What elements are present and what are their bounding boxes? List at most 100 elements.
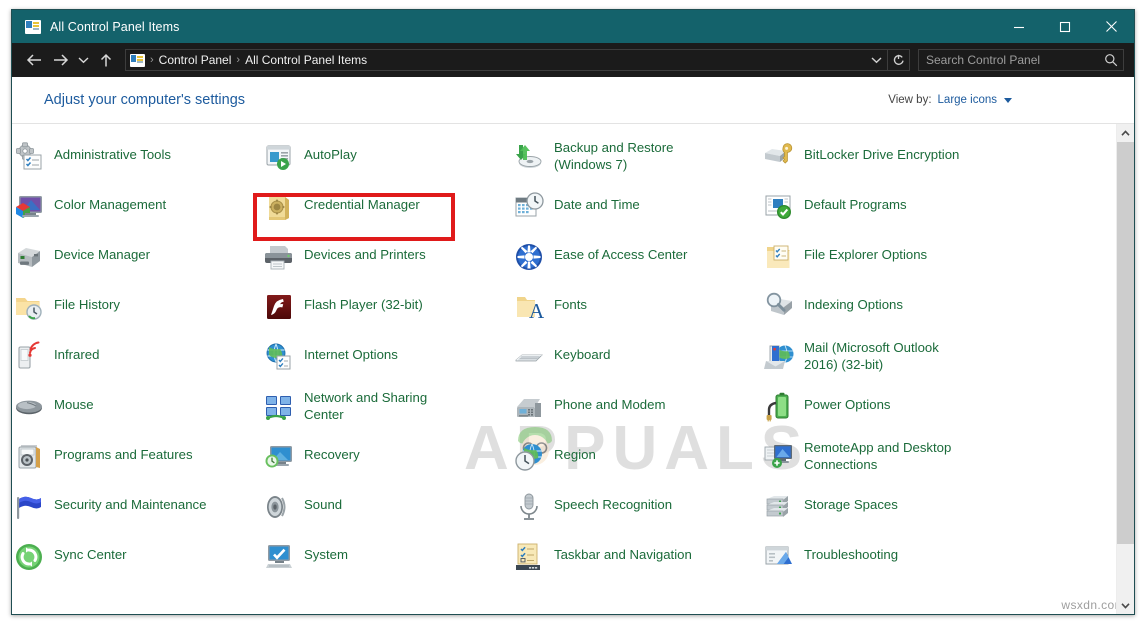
control-panel-item-remoteapp-and-desktop-connections[interactable]: RemoteApp and Desktop Connections	[762, 438, 1042, 488]
control-panel-icon	[25, 20, 41, 34]
item-label: Security and Maintenance	[54, 488, 206, 513]
bitlocker-drive-encryption-icon	[762, 140, 796, 174]
search-input[interactable]	[919, 53, 1099, 67]
item-label: Flash Player (32-bit)	[304, 288, 423, 313]
scroll-down-button[interactable]	[1117, 596, 1134, 614]
control-panel-item-ease-of-access-center[interactable]: Ease of Access Center	[512, 238, 762, 288]
control-panel-window: All Control Panel Items	[11, 9, 1135, 615]
network-and-sharing-center-icon	[262, 390, 296, 424]
item-label: Keyboard	[554, 338, 610, 363]
items-column-3: Backup and Restore (Windows 7)	[512, 138, 762, 588]
remoteapp-and-desktop-connections-icon	[762, 440, 796, 474]
control-panel-item-devices-and-printers[interactable]: Devices and Printers	[262, 238, 512, 288]
item-label: Internet Options	[304, 338, 398, 363]
item-label: Credential Manager	[304, 188, 420, 213]
file-history-icon	[12, 290, 46, 324]
control-panel-item-date-and-time[interactable]: Date and Time	[512, 188, 762, 238]
item-label: RemoteApp and Desktop Connections	[804, 438, 951, 473]
control-panel-item-recovery[interactable]: Recovery	[262, 438, 512, 488]
control-panel-item-backup-and-restore[interactable]: Backup and Restore (Windows 7)	[512, 138, 762, 188]
breadcrumb-item-all-control-panel-items[interactable]: All Control Panel Items	[242, 53, 370, 67]
scrollbar-thumb[interactable]	[1117, 142, 1134, 544]
control-panel-item-phone-and-modem[interactable]: Phone and Modem	[512, 388, 762, 438]
keyboard-icon	[512, 340, 546, 374]
breadcrumb-item-control-panel[interactable]: Control Panel	[156, 53, 235, 67]
search-icon[interactable]	[1099, 53, 1123, 67]
control-panel-item-security-and-maintenance[interactable]: Security and Maintenance	[12, 488, 262, 538]
vertical-scrollbar[interactable]	[1116, 124, 1134, 614]
control-panel-item-device-manager[interactable]: Device Manager	[12, 238, 262, 288]
control-panel-item-file-explorer-options[interactable]: File Explorer Options	[762, 238, 1042, 288]
control-panel-item-internet-options[interactable]: Internet Options	[262, 338, 512, 388]
control-panel-item-region[interactable]: Region	[512, 438, 762, 488]
control-panel-item-indexing-options[interactable]: Indexing Options	[762, 288, 1042, 338]
control-panel-item-mouse[interactable]: Mouse	[12, 388, 262, 438]
item-label: AutoPlay	[304, 138, 357, 163]
previous-locations-chevron-down-icon[interactable]	[865, 50, 887, 71]
control-panel-item-file-history[interactable]: File History	[12, 288, 262, 338]
control-panel-item-default-programs[interactable]: Default Programs	[762, 188, 1042, 238]
recent-locations-chevron-down-icon[interactable]	[73, 47, 93, 73]
control-panel-item-administrative-tools[interactable]: Administrative Tools	[12, 138, 262, 188]
sound-icon	[262, 490, 296, 524]
storage-spaces-icon	[762, 490, 796, 524]
item-label: Device Manager	[54, 238, 150, 263]
control-panel-item-sound[interactable]: Sound	[262, 488, 512, 538]
control-panel-item-mail-outlook[interactable]: Mail (Microsoft Outlook 2016) (32-bit)	[762, 338, 1042, 388]
breadcrumb-separator-1: ›	[234, 54, 242, 66]
refresh-icon[interactable]	[887, 50, 909, 71]
scroll-up-button[interactable]	[1117, 124, 1134, 142]
minimize-button[interactable]	[996, 10, 1042, 43]
up-button[interactable]	[93, 47, 119, 73]
control-panel-item-taskbar-and-navigation[interactable]: Taskbar and Navigation	[512, 538, 762, 588]
navigation-bar: › Control Panel › All Control Panel Item…	[12, 43, 1134, 77]
internet-options-icon	[262, 340, 296, 374]
search-control-panel-box[interactable]	[918, 49, 1124, 71]
control-panel-item-flash-player[interactable]: Flash Player (32-bit)	[262, 288, 512, 338]
control-panel-item-power-options[interactable]: Power Options	[762, 388, 1042, 438]
back-button[interactable]	[21, 47, 47, 73]
taskbar-and-navigation-icon	[512, 540, 546, 574]
window-body: Adjust your computer's settings View by:…	[12, 77, 1134, 614]
chevron-down-icon[interactable]	[1004, 98, 1012, 103]
color-management-icon	[12, 190, 46, 224]
view-by-control[interactable]: View by: Large icons	[888, 94, 1116, 106]
svg-text:A: A	[529, 299, 545, 323]
control-panel-item-network-and-sharing-center[interactable]: Network and Sharing Center	[262, 388, 512, 438]
breadcrumb-separator-0: ›	[148, 54, 156, 66]
fonts-icon: A	[512, 290, 546, 324]
view-by-value[interactable]: Large icons	[938, 94, 997, 106]
control-panel-item-system[interactable]: System	[262, 538, 512, 588]
items-area: APPUALS	[12, 124, 1134, 614]
title-bar: All Control Panel Items	[12, 10, 1134, 43]
address-bar[interactable]: › Control Panel › All Control Panel Item…	[125, 49, 910, 71]
address-bar-actions	[865, 50, 909, 71]
control-panel-item-color-management[interactable]: Color Management	[12, 188, 262, 238]
forward-button[interactable]	[47, 47, 73, 73]
file-explorer-options-icon	[762, 240, 796, 274]
item-label: Sync Center	[54, 538, 127, 563]
item-label: Backup and Restore (Windows 7)	[554, 138, 674, 173]
security-and-maintenance-icon	[12, 490, 46, 524]
control-panel-item-credential-manager[interactable]: Credential Manager	[262, 188, 512, 238]
close-button[interactable]	[1088, 10, 1134, 43]
ease-of-access-center-icon	[512, 240, 546, 274]
date-and-time-icon	[512, 190, 546, 224]
control-panel-item-infrared[interactable]: Infrared	[12, 338, 262, 388]
troubleshooting-icon	[762, 540, 796, 574]
control-panel-item-bitlocker-drive-encryption[interactable]: BitLocker Drive Encryption	[762, 138, 1042, 188]
control-panel-item-troubleshooting[interactable]: Troubleshooting	[762, 538, 1042, 588]
control-panel-item-speech-recognition[interactable]: Speech Recognition	[512, 488, 762, 538]
control-panel-item-autoplay[interactable]: AutoPlay	[262, 138, 512, 188]
control-panel-item-keyboard[interactable]: Keyboard	[512, 338, 762, 388]
control-panel-item-storage-spaces[interactable]: Storage Spaces	[762, 488, 1042, 538]
control-panel-item-programs-and-features[interactable]: Programs and Features	[12, 438, 262, 488]
control-panel-item-sync-center[interactable]: Sync Center	[12, 538, 262, 588]
maximize-button[interactable]	[1042, 10, 1088, 43]
item-label: Mouse	[54, 388, 94, 413]
autoplay-icon	[262, 140, 296, 174]
items-column-2: AutoPlay	[262, 138, 512, 588]
control-panel-item-fonts[interactable]: A Fonts	[512, 288, 762, 338]
credential-manager-icon	[262, 190, 296, 224]
item-label: Mail (Microsoft Outlook 2016) (32-bit)	[804, 338, 939, 373]
